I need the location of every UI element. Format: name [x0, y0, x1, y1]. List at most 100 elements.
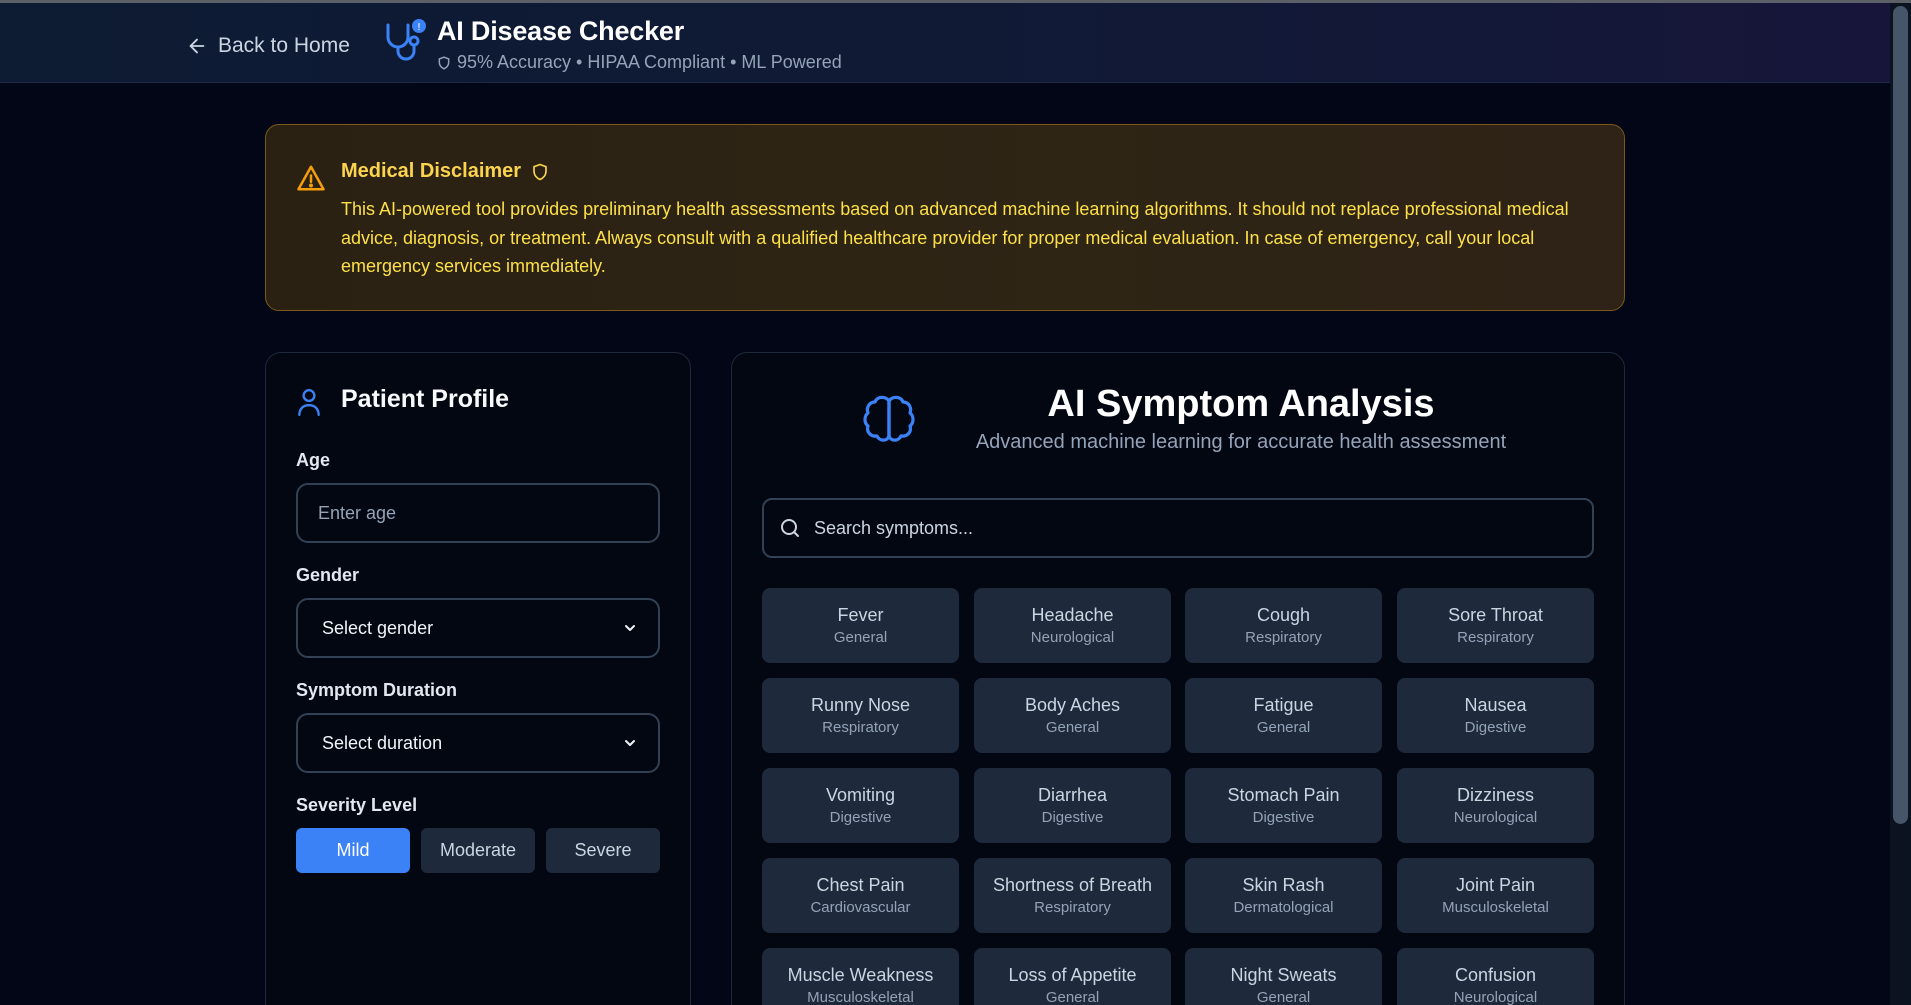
- symptom-name: Stomach Pain: [1227, 784, 1340, 805]
- search-icon: [781, 519, 799, 537]
- symptom-category: Musculoskeletal: [807, 988, 914, 1005]
- symptom-name: Dizziness: [1456, 784, 1535, 805]
- symptom-name: Nausea: [1464, 694, 1527, 715]
- symptom-category: Cardiovascular: [810, 898, 911, 916]
- symptom-duration-label: Symptom Duration: [296, 680, 458, 700]
- shield-icon: [438, 55, 450, 70]
- severity-moderate-button[interactable]: Moderate: [421, 828, 535, 873]
- app-subtitle: 95% Accuracy • HIPAA Compliant • ML Powe…: [437, 52, 842, 73]
- symptom-name: Vomiting: [825, 784, 896, 805]
- symptom-fatigue[interactable]: Fatigue General: [1185, 678, 1382, 753]
- symptom-name: Shortness of Breath: [992, 874, 1153, 895]
- symptom-category: Neurological: [1030, 628, 1115, 646]
- app-header: Back to Home ! AI Disease Checker 95% Ac…: [0, 3, 1890, 83]
- disclaimer-title-text: Medical Disclaimer: [341, 160, 522, 182]
- gender-label: Gender: [296, 565, 360, 585]
- back-to-home-link[interactable]: Back to Home: [186, 31, 350, 61]
- symptom-name: Night Sweats: [1230, 964, 1337, 985]
- symptom-category: General: [1045, 718, 1100, 736]
- symptom-duration-select[interactable]: Select duration: [296, 713, 660, 773]
- patient-profile-card: Patient Profile Age Enter age Gender Sel…: [265, 352, 691, 1005]
- severity-mild-button[interactable]: Mild: [296, 828, 410, 873]
- chevron-down-icon: [625, 740, 635, 746]
- symptom-body-aches[interactable]: Body Aches General: [974, 678, 1171, 753]
- symptom-name: Headache: [1031, 604, 1114, 625]
- age-input[interactable]: Enter age: [296, 483, 660, 543]
- disclaimer-text: This AI-powered tool provides preliminar…: [341, 199, 1569, 276]
- duration-select-value: Select duration: [322, 732, 443, 753]
- patient-profile-title: Patient Profile: [341, 385, 510, 413]
- symptom-category: Digestive: [1041, 808, 1104, 826]
- symptom-name: Body Aches: [1024, 694, 1121, 715]
- symptom-category: Respiratory: [1457, 628, 1534, 646]
- symptom-headache[interactable]: Headache Neurological: [974, 588, 1171, 663]
- symptom-name: Fever: [837, 604, 884, 625]
- symptom-diarrhea[interactable]: Diarrhea Digestive: [974, 768, 1171, 843]
- symptom-category: Neurological: [1453, 808, 1538, 826]
- symptom-confusion[interactable]: Confusion Neurological: [1397, 948, 1594, 1005]
- symptom-dizziness[interactable]: Dizziness Neurological: [1397, 768, 1594, 843]
- svg-text:!: !: [417, 22, 421, 33]
- symptom-name: Joint Pain: [1455, 874, 1536, 895]
- age-label: Age: [296, 450, 331, 470]
- arrow-left-icon: [189, 38, 205, 54]
- app-subtitle-text: 95% Accuracy • HIPAA Compliant • ML Powe…: [457, 52, 842, 72]
- symptom-name: Loss of Appetite: [1008, 964, 1137, 985]
- symptom-vomiting[interactable]: Vomiting Digestive: [762, 768, 959, 843]
- shield-icon: [533, 163, 547, 180]
- symptom-category: Digestive: [1252, 808, 1315, 826]
- analysis-title: AI Symptom Analysis: [1047, 383, 1435, 425]
- symptom-chest-pain[interactable]: Chest Pain Cardiovascular: [762, 858, 959, 933]
- symptom-category: General: [833, 628, 888, 646]
- warning-triangle-icon: [297, 165, 325, 191]
- symptom-name: Muscle Weakness: [787, 964, 934, 985]
- symptom-name: Fatigue: [1253, 694, 1314, 715]
- symptom-category: Dermatological: [1233, 898, 1334, 916]
- symptom-name: Skin Rash: [1242, 874, 1325, 895]
- symptom-muscle-weakness[interactable]: Muscle Weakness Musculoskeletal: [762, 948, 959, 1005]
- disclaimer-title: Medical Disclaimer: [341, 160, 549, 183]
- symptom-category: General: [1256, 988, 1311, 1005]
- symptom-nausea[interactable]: Nausea Digestive: [1397, 678, 1594, 753]
- symptom-shortness-of-breath[interactable]: Shortness of Breath Respiratory: [974, 858, 1171, 933]
- user-icon: [298, 389, 320, 417]
- medical-disclaimer-panel: Medical Disclaimer This AI-powered tool …: [265, 124, 1625, 311]
- symptom-category: Respiratory: [1245, 628, 1322, 646]
- symptom-skin-rash[interactable]: Skin Rash Dermatological: [1185, 858, 1382, 933]
- chevron-down-icon: [625, 625, 635, 631]
- symptom-joint-pain[interactable]: Joint Pain Musculoskeletal: [1397, 858, 1594, 933]
- symptom-runny-nose[interactable]: Runny Nose Respiratory: [762, 678, 959, 753]
- analysis-subtitle: Advanced machine learning for accurate h…: [975, 431, 1507, 453]
- scrollbar-thumb[interactable]: [1893, 6, 1908, 824]
- symptom-sore-throat[interactable]: Sore Throat Respiratory: [1397, 588, 1594, 663]
- back-to-home-label: Back to Home: [218, 34, 350, 57]
- symptom-category: General: [1045, 988, 1100, 1005]
- gender-select[interactable]: Select gender: [296, 598, 660, 658]
- app-title: AI Disease Checker: [437, 16, 685, 46]
- severity-severe-button[interactable]: Severe: [546, 828, 660, 873]
- gender-select-value: Select gender: [322, 617, 434, 638]
- symptom-name: Chest Pain: [816, 874, 905, 895]
- symptom-name: Diarrhea: [1037, 784, 1108, 805]
- symptom-category: Digestive: [1464, 718, 1527, 736]
- search-placeholder: Search symptoms...: [814, 517, 974, 538]
- symptom-category: Digestive: [829, 808, 892, 826]
- symptom-name: Cough: [1256, 604, 1311, 625]
- stethoscope-icon: !: [386, 19, 426, 61]
- symptom-category: Respiratory: [822, 718, 899, 736]
- severity-level-label: Severity Level: [296, 795, 418, 815]
- symptom-name: Runny Nose: [810, 694, 911, 715]
- symptom-loss-of-appetite[interactable]: Loss of Appetite General: [974, 948, 1171, 1005]
- symptom-name: Confusion: [1454, 964, 1537, 985]
- symptom-stomach-pain[interactable]: Stomach Pain Digestive: [1185, 768, 1382, 843]
- symptom-category: General: [1256, 718, 1311, 736]
- symptom-fever[interactable]: Fever General: [762, 588, 959, 663]
- symptom-name: Sore Throat: [1448, 604, 1543, 625]
- symptom-search-input[interactable]: Search symptoms...: [762, 498, 1594, 558]
- symptom-night-sweats[interactable]: Night Sweats General: [1185, 948, 1382, 1005]
- symptom-analysis-card: AI Symptom Analysis Advanced machine lea…: [731, 352, 1625, 1005]
- symptom-category: Neurological: [1453, 988, 1538, 1005]
- symptom-cough[interactable]: Cough Respiratory: [1185, 588, 1382, 663]
- symptom-category: Musculoskeletal: [1442, 898, 1549, 916]
- symptom-category: Respiratory: [1034, 898, 1111, 916]
